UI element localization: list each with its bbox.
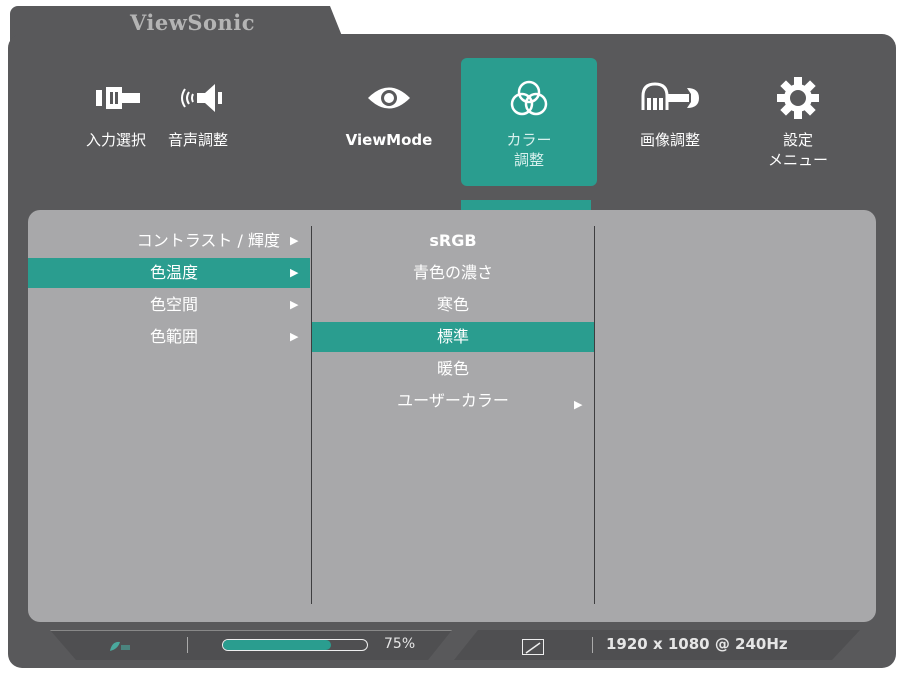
column-divider <box>594 226 595 604</box>
menu-audio[interactable]: 音声調整 <box>158 58 238 186</box>
input-select-icon <box>76 76 156 120</box>
arrow-right-icon: ▶ <box>290 234 299 247</box>
option-bluish[interactable]: 青色の濃さ <box>312 258 594 288</box>
arrow-right-icon: ▶ <box>290 330 299 343</box>
option-user-color[interactable]: ユーザーカラー ▶ <box>312 386 594 416</box>
status-separator <box>592 637 593 653</box>
resolution-text: 1920 x 1080 @ 240Hz <box>606 635 788 653</box>
menu-image-adjust[interactable]: 画像調整 <box>620 58 720 186</box>
eye-icon <box>334 76 444 120</box>
option-warm[interactable]: 暖色 <box>312 354 594 384</box>
progress-text: 75% <box>384 636 416 652</box>
submenu-item-color-space[interactable]: 色空間 ▶ <box>28 290 310 320</box>
top-menu-bar: 入力選択 音声調整 ViewMode カラー 調整 画像調整 設定 メニュー <box>8 58 896 198</box>
arrow-right-icon: ▶ <box>290 266 299 279</box>
submenu-item-contrast[interactable]: コントラスト / 輝度 ▶ <box>28 226 310 256</box>
menu-input-select[interactable]: 入力選択 <box>76 58 156 186</box>
progress-bar-fill <box>223 640 331 650</box>
option-cool[interactable]: 寒色 <box>312 290 594 320</box>
submenu-item-color-range[interactable]: 色範囲 ▶ <box>28 322 310 352</box>
audio-icon <box>158 76 238 120</box>
submenu-item-color-temp[interactable]: 色温度 ▶ <box>28 258 310 288</box>
option-srgb[interactable]: sRGB <box>312 226 594 256</box>
arrow-right-icon: ▶ <box>290 298 299 311</box>
brand-logo: ViewSonic <box>130 10 256 35</box>
status-separator <box>187 637 188 653</box>
menu-viewmode[interactable]: ViewMode <box>334 58 444 186</box>
eco-icon <box>110 641 130 651</box>
status-bar: 75% 1920 x 1080 @ 240Hz <box>50 630 860 660</box>
arrow-right-icon: ▶ <box>574 398 583 411</box>
color-circles-icon <box>461 76 597 120</box>
menu-settings[interactable]: 設定 メニュー <box>748 58 848 186</box>
gear-icon <box>748 76 848 120</box>
aspect-ratio-icon <box>522 639 544 655</box>
option-native[interactable]: 標準 <box>312 322 594 352</box>
menu-color-adjust[interactable]: カラー 調整 <box>461 58 597 186</box>
progress-bar <box>222 639 368 651</box>
image-adjust-icon <box>620 76 720 120</box>
